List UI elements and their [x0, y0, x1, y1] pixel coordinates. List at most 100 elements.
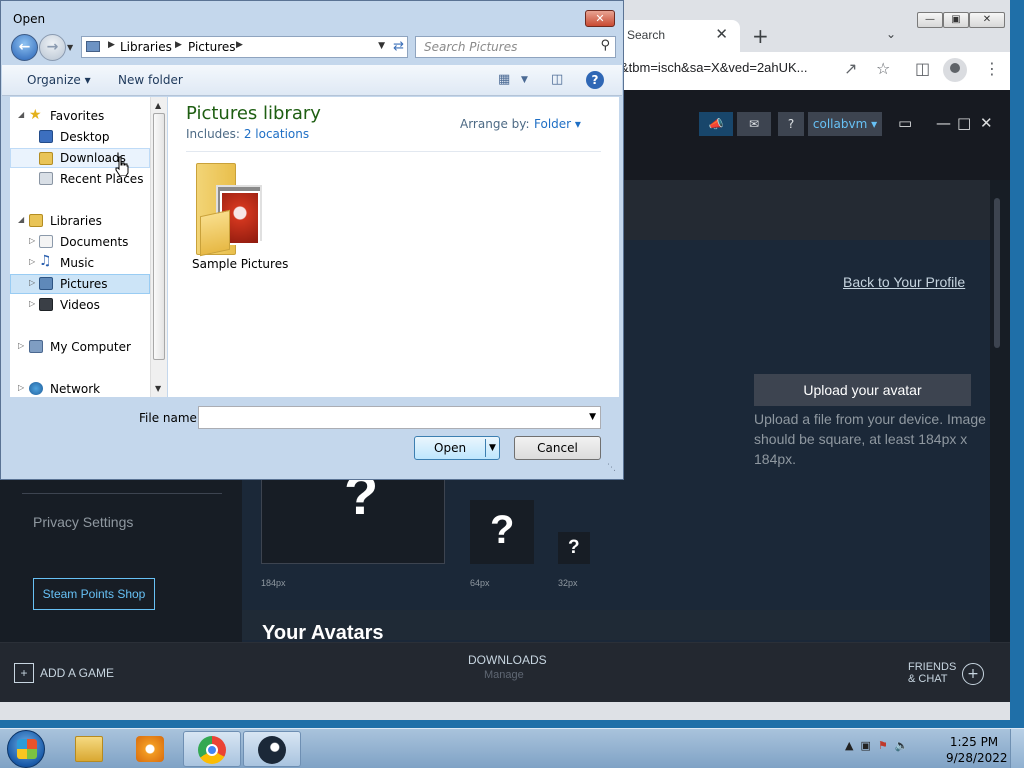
big-picture-icon[interactable]: ▭	[898, 114, 912, 132]
chevron-right-icon[interactable]: ▶	[175, 40, 182, 50]
new-tab-button[interactable]: +	[752, 24, 769, 48]
nav-item-downloads[interactable]: Downloads	[10, 148, 150, 168]
organize-menu[interactable]: Organize ▾	[27, 73, 91, 87]
expand-arrow-icon[interactable]: ▷	[18, 341, 24, 350]
points-shop-button[interactable]: Steam Points Shop	[33, 578, 155, 610]
help-icon[interactable]: ?	[586, 71, 604, 89]
music-icon: ♫	[39, 253, 52, 269]
chevron-right-icon[interactable]: ▶	[236, 40, 243, 50]
arrange-by-dropdown[interactable]: Folder ▾	[534, 117, 581, 131]
resize-grip-icon[interactable]: ⋱	[607, 463, 616, 473]
cancel-button[interactable]: Cancel	[514, 436, 601, 460]
includes-locations-link[interactable]: 2 locations	[244, 127, 309, 141]
open-button[interactable]: Open ▼	[414, 436, 500, 460]
friends-chat-button[interactable]: FRIENDS & CHAT	[908, 661, 956, 685]
nav-item-favorites[interactable]: ◢ ★ Favorites	[10, 106, 150, 126]
taskbar-chrome[interactable]	[183, 731, 241, 767]
your-avatars-heading: Your Avatars	[262, 622, 384, 640]
share-icon[interactable]: ↗	[844, 59, 857, 78]
expand-arrow-icon[interactable]: ▷	[18, 383, 24, 392]
back-to-profile-link[interactable]: Back to Your Profile	[843, 274, 965, 290]
breadcrumb-pictures[interactable]: Pictures	[188, 40, 236, 54]
address-dropdown-icon[interactable]: ▼	[378, 41, 385, 51]
menu-kebab-icon[interactable]: ⋮	[984, 59, 1000, 78]
desktop-icon	[39, 130, 53, 143]
file-name-input[interactable]: ▼	[198, 406, 601, 429]
nav-item-music[interactable]: ▷ ♫ Music	[10, 253, 150, 273]
taskbar-steam[interactable]	[243, 731, 301, 767]
window-close-button[interactable]: ✕	[969, 12, 1005, 28]
refresh-icon[interactable]: ⇄	[393, 39, 404, 54]
new-folder-button[interactable]: New folder	[118, 73, 183, 87]
start-button[interactable]	[7, 730, 45, 768]
help-button[interactable]: ?	[778, 112, 804, 136]
nav-item-recent-places[interactable]: Recent Places	[10, 169, 150, 189]
nav-label: My Computer	[50, 340, 131, 354]
nav-item-pictures[interactable]: ▷ Pictures	[10, 274, 150, 294]
privacy-settings-link[interactable]: Privacy Settings	[33, 514, 133, 530]
scroll-up-icon[interactable]: ▲	[155, 101, 161, 110]
nav-item-my-computer[interactable]: ▷ My Computer	[10, 337, 150, 357]
nav-item-desktop[interactable]: Desktop	[10, 127, 150, 147]
file-name-dropdown-icon[interactable]: ▼	[589, 412, 596, 422]
announcement-icon[interactable]: 📣	[699, 112, 733, 136]
bookmark-star-icon[interactable]: ☆	[876, 59, 890, 78]
dialog-close-button[interactable]: ✕	[585, 10, 615, 27]
account-menu[interactable]: collabvm ▾	[808, 112, 882, 136]
sample-pictures-folder-icon[interactable]	[196, 159, 264, 257]
taskbar-explorer[interactable]	[60, 731, 118, 767]
nav-item-documents[interactable]: ▷ Documents	[10, 232, 150, 252]
search-box[interactable]: Search Pictures ⚲	[415, 36, 616, 58]
chevron-right-icon[interactable]: ▶	[108, 40, 115, 50]
expand-arrow-icon[interactable]: ▷	[29, 299, 35, 308]
open-dropdown-icon[interactable]: ▼	[489, 443, 496, 453]
folder-label[interactable]: Sample Pictures	[192, 257, 288, 271]
address-bar[interactable]: ▶ Libraries ▶ Pictures ▶ ▼ ⇄	[81, 36, 408, 58]
tab-close-icon[interactable]: ✕	[715, 25, 728, 43]
expand-arrow-icon[interactable]: ◢	[18, 215, 24, 224]
preview-pane-icon[interactable]: ◫	[551, 72, 563, 87]
navigation-scrollbar[interactable]: ▲ ▼	[150, 97, 167, 397]
back-arrow-icon[interactable]: ←	[11, 34, 38, 61]
library-includes: Includes: 2 locations	[186, 127, 309, 141]
nav-item-libraries[interactable]: ◢ Libraries	[10, 211, 150, 231]
nav-item-network[interactable]: ▷ Network	[10, 379, 150, 399]
expand-arrow-icon[interactable]: ▷	[29, 236, 35, 245]
expand-arrow-icon[interactable]: ▷	[29, 257, 35, 266]
taskbar-media-player[interactable]	[121, 731, 179, 767]
upload-avatar-button[interactable]: Upload your avatar	[754, 374, 971, 406]
view-dropdown-icon[interactable]: ▼	[521, 75, 528, 85]
add-game-label: ADD A GAME	[40, 666, 115, 680]
side-panel-icon[interactable]: ◫	[915, 59, 930, 78]
add-friend-icon[interactable]: +	[962, 663, 984, 685]
expand-arrow-icon[interactable]: ◢	[18, 110, 24, 119]
address-bar-url[interactable]: &tbm=isch&sa=X&ved=2ahUK...	[620, 60, 808, 75]
system-clock[interactable]: 1:25 PM 9/28/2022	[946, 734, 1008, 766]
browser-tab[interactable]: Search ✕	[615, 20, 740, 52]
tab-search-chevron-icon[interactable]: ⌄	[886, 27, 896, 41]
nav-label: Videos	[60, 298, 100, 312]
view-options-icon[interactable]: ▦	[498, 72, 510, 87]
downloads-button[interactable]: DOWNLOADS	[468, 653, 547, 667]
add-game-button[interactable]: + ADD A GAME	[14, 663, 114, 683]
maximize-button[interactable]: ▣	[943, 12, 969, 28]
steam-scrollbar[interactable]	[994, 198, 1000, 348]
search-icon[interactable]: ⚲	[600, 38, 610, 53]
forward-arrow-icon[interactable]: →	[39, 34, 66, 61]
search-input[interactable]: Search Pictures	[424, 40, 517, 54]
scroll-down-icon[interactable]: ▼	[155, 384, 161, 393]
recent-pages-chevron-icon[interactable]: ▼	[67, 43, 73, 52]
show-desktop-button[interactable]	[1010, 729, 1024, 768]
nav-item-videos[interactable]: ▷ Videos	[10, 295, 150, 315]
notifications-icon[interactable]: ✉	[737, 112, 771, 136]
system-tray-icons[interactable]: ▲ ▣ ⚑ 🔈	[845, 739, 908, 752]
profile-avatar-icon[interactable]	[943, 58, 967, 82]
avatar-placeholder-icon: ?	[568, 537, 580, 558]
minimize-button[interactable]: —	[917, 12, 943, 28]
scroll-thumb[interactable]	[153, 113, 165, 360]
steam-maximize-icon[interactable]: □	[957, 114, 971, 132]
steam-close-icon[interactable]: ✕	[980, 114, 993, 132]
expand-arrow-icon[interactable]: ▷	[29, 278, 35, 287]
breadcrumb-libraries[interactable]: Libraries	[120, 40, 172, 54]
steam-minimize-icon[interactable]: —	[936, 114, 951, 132]
